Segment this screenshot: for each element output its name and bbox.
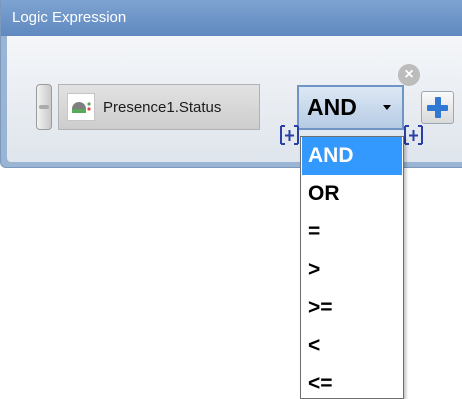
remove-button[interactable]: × xyxy=(398,64,420,86)
insert-bracket-right-icon[interactable] xyxy=(402,124,426,146)
presence-sensor-icon xyxy=(67,93,95,121)
panel-title: Logic Expression xyxy=(1,0,462,36)
option-or[interactable]: OR xyxy=(302,175,402,213)
close-circle-icon: × xyxy=(404,66,414,83)
insert-bracket-left-icon[interactable] xyxy=(278,124,302,146)
operand-label: Presence1.Status xyxy=(103,98,222,116)
operator-dropdown-list[interactable]: AND OR = > >= < <= xyxy=(300,136,404,399)
operand-chip[interactable]: Presence1.Status xyxy=(58,84,260,130)
operator-selected-value: AND xyxy=(307,94,357,120)
add-operand-button[interactable] xyxy=(421,91,454,124)
option-greater-equal[interactable]: >= xyxy=(302,289,402,327)
option-greater[interactable]: > xyxy=(302,251,402,289)
option-equal[interactable]: = xyxy=(302,213,402,251)
option-less-equal[interactable]: <= xyxy=(302,365,402,398)
plus-icon xyxy=(427,97,448,118)
operator-combobox[interactable]: AND xyxy=(297,85,404,130)
option-and[interactable]: AND xyxy=(302,137,402,175)
drag-handle[interactable] xyxy=(36,84,52,130)
option-less[interactable]: < xyxy=(302,327,402,365)
chevron-down-icon xyxy=(383,105,391,110)
